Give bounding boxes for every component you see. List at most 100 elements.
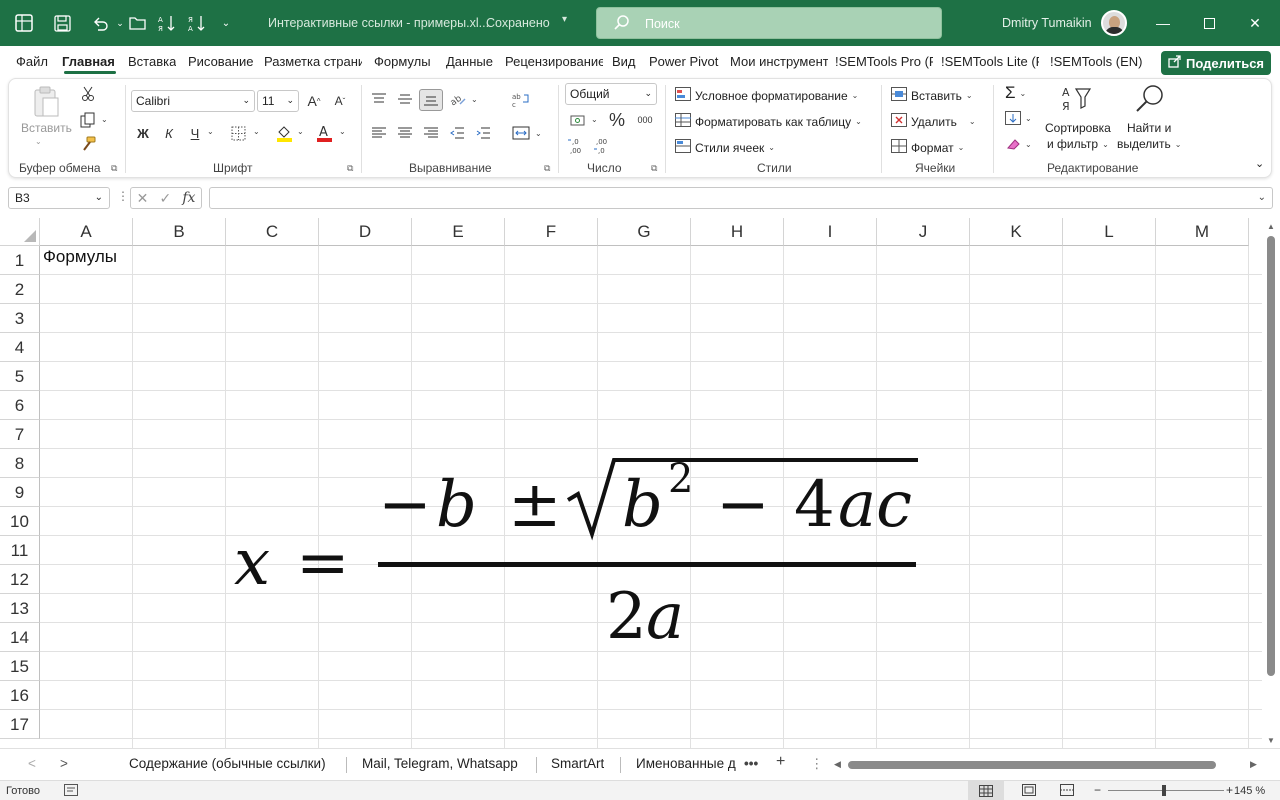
column-header-m[interactable]: M [1156, 218, 1249, 246]
formula-bar-splitter-icon[interactable]: ⋮ [117, 189, 129, 203]
format-painter-icon[interactable] [79, 135, 97, 153]
row-header-15[interactable]: 15 [0, 652, 40, 681]
close-icon[interactable]: ✕ [1244, 12, 1266, 34]
prev-sheet-icon[interactable]: < [28, 756, 36, 771]
paste-dropdown-icon[interactable]: ⌄ [35, 137, 42, 146]
more-sheets-splitter-icon[interactable]: ⋮ [810, 756, 824, 772]
align-middle-icon[interactable] [397, 91, 413, 107]
zoom-slider[interactable] [1108, 790, 1224, 791]
row-header-2[interactable]: 2 [0, 275, 40, 304]
share-button[interactable]: Поделиться [1161, 51, 1271, 75]
zoom-in-icon[interactable]: + [1226, 783, 1233, 797]
sheet-tab-contents[interactable]: Содержание (обычные ссылки) [129, 756, 326, 771]
row-header-14[interactable]: 14 [0, 623, 40, 652]
scroll-right-icon[interactable]: ▶ [1250, 759, 1257, 770]
search-box[interactable]: Поиск [596, 7, 942, 39]
tab-power-pivot[interactable]: Power Pivot [649, 46, 721, 78]
sheet-tab-smartart[interactable]: SmartArt [551, 756, 604, 771]
equation-object[interactable]: x = − b ± b 2 − 4 ac 2 a [228, 448, 928, 658]
insert-cells-button[interactable]: Вставить ⌄ [891, 87, 973, 104]
italic-button[interactable]: К [161, 123, 177, 143]
dialog-launcher-icon[interactable]: ⧉ [651, 163, 657, 174]
accessibility-icon[interactable] [64, 784, 78, 799]
sort-desc-icon[interactable]: ЯA [187, 13, 207, 33]
tab-my-tools[interactable]: Мои инструменты [730, 46, 828, 78]
name-box[interactable]: B3 ⌄ [8, 187, 110, 209]
paste-icon[interactable] [31, 85, 61, 119]
delete-cells-button[interactable]: Удалить ⌄ [891, 113, 976, 130]
conditional-formatting-button[interactable]: Условное форматирование ⌄ [675, 87, 858, 104]
paste-button[interactable]: Вставить [21, 121, 72, 135]
sheet-tab-messengers[interactable]: Mail, Telegram, Whatsapp [362, 756, 518, 771]
zoom-level[interactable]: 145 % [1234, 785, 1265, 797]
normal-view-icon[interactable] [968, 781, 1004, 800]
copy-icon[interactable] [79, 111, 97, 129]
row-header-6[interactable]: 6 [0, 391, 40, 420]
orientation-dropdown-icon[interactable]: ⌄ [471, 95, 478, 104]
save-icon[interactable] [52, 13, 72, 33]
confirm-entry-icon[interactable]: ✓ [159, 190, 171, 207]
orientation-icon[interactable]: ab [449, 91, 467, 107]
sort-filter-icon[interactable]: AЯ [1059, 83, 1093, 115]
cut-icon[interactable] [79, 85, 97, 103]
align-right-icon[interactable] [423, 125, 439, 141]
clear-icon[interactable]: ⌄ [1005, 137, 1032, 151]
row-header-7[interactable]: 7 [0, 420, 40, 449]
bold-button[interactable]: Ж [135, 123, 151, 143]
row-header-8[interactable]: 8 [0, 449, 40, 478]
page-break-view-icon[interactable] [1060, 784, 1074, 799]
align-top-icon[interactable] [371, 91, 387, 107]
sort-filter-label-1[interactable]: Сортировка [1045, 121, 1111, 135]
merge-center-icon[interactable] [511, 124, 531, 142]
decrease-decimal-icon[interactable]: ,00,0 [593, 135, 615, 155]
sort-filter-button[interactable]: и фильтр ⌄ [1047, 137, 1109, 151]
select-all-button[interactable] [0, 218, 40, 246]
currency-dropdown-icon[interactable]: ⌄ [591, 115, 598, 124]
thousands-separator-button[interactable]: 000 [635, 111, 655, 129]
row-header-5[interactable]: 5 [0, 362, 40, 391]
increase-decimal-icon[interactable]: ,0,00 [567, 135, 589, 155]
dialog-launcher-icon[interactable]: ⧉ [544, 163, 550, 174]
open-folder-icon[interactable] [128, 13, 148, 33]
sheet-tab-named-ranges[interactable]: Именованные диапазоны [636, 756, 736, 771]
find-select-icon[interactable] [1133, 83, 1167, 115]
column-header-d[interactable]: D [319, 218, 412, 246]
save-status[interactable]: Сохранено [486, 16, 550, 30]
row-header-9[interactable]: 9 [0, 478, 40, 507]
decrease-indent-icon[interactable] [449, 125, 465, 141]
avatar[interactable] [1101, 10, 1127, 36]
find-select-label-1[interactable]: Найти и [1127, 121, 1171, 135]
tab-semtools-lite[interactable]: !SEMTools Lite (RU) [941, 46, 1039, 78]
column-header-b[interactable]: B [133, 218, 226, 246]
percent-button[interactable]: % [607, 109, 627, 131]
scroll-down-icon[interactable]: ▼ [1267, 736, 1275, 745]
horizontal-scroll-thumb[interactable] [848, 761, 1216, 769]
expand-formula-bar-icon[interactable]: ⌄ [1258, 192, 1266, 203]
decrease-font-icon[interactable]: Aˇ [331, 91, 349, 111]
scroll-up-icon[interactable]: ▲ [1267, 222, 1275, 231]
column-header-e[interactable]: E [412, 218, 505, 246]
number-format-select[interactable]: Общий ⌄ [565, 83, 657, 105]
collapse-ribbon-icon[interactable]: ⌄ [1255, 157, 1264, 170]
increase-font-icon[interactable]: A ^ [305, 91, 323, 111]
column-header-c[interactable]: C [226, 218, 319, 246]
font-color-dropdown-icon[interactable]: ⌄ [339, 127, 346, 136]
currency-icon[interactable] [569, 111, 589, 129]
undo-icon[interactable] [90, 13, 110, 33]
row-header-12[interactable]: 12 [0, 565, 40, 594]
chevron-down-icon[interactable]: ▾ [562, 14, 567, 25]
font-color-icon[interactable]: A [315, 123, 333, 143]
column-header-h[interactable]: H [691, 218, 784, 246]
row-header-4[interactable]: 4 [0, 333, 40, 362]
dialog-launcher-icon[interactable]: ⧉ [347, 163, 353, 174]
wrap-text-icon[interactable]: ab c [511, 91, 531, 109]
tab-semtools-en[interactable]: !SEMTools (EN) [1050, 46, 1150, 78]
customize-qat-icon[interactable]: ⌄ [216, 13, 236, 33]
tab-formulas[interactable]: Формулы [374, 46, 434, 78]
tab-insert[interactable]: Вставка [128, 46, 176, 78]
underline-dropdown-icon[interactable]: ⌄ [207, 127, 214, 136]
align-left-icon[interactable] [371, 125, 387, 141]
tab-file[interactable]: Файл [16, 46, 50, 78]
increase-indent-icon[interactable] [475, 125, 491, 141]
maximize-icon[interactable] [1198, 12, 1220, 34]
